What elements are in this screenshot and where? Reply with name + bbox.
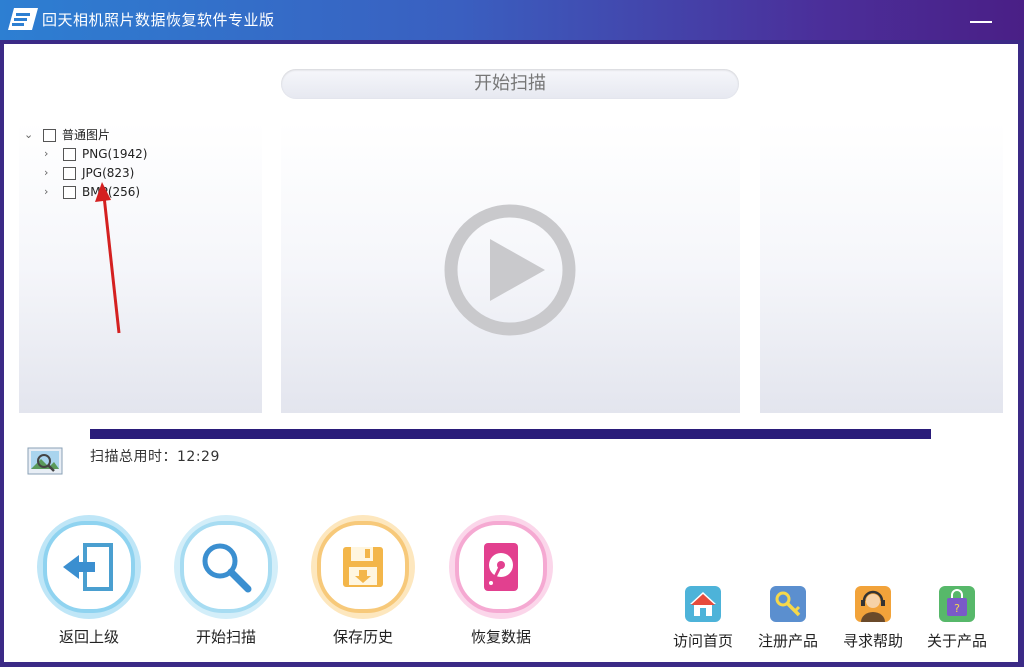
tree-item-label: JPG(823): [82, 166, 135, 180]
about-product-link[interactable]: ? 关于产品: [922, 584, 992, 654]
shopping-bag-icon: ?: [939, 586, 975, 622]
scan-header: 开始扫描: [281, 69, 739, 99]
minimize-icon: [970, 21, 992, 23]
home-icon: [685, 586, 721, 622]
chevron-right-icon[interactable]: ›: [44, 145, 54, 163]
start-scan-button[interactable]: 开始扫描: [174, 515, 282, 665]
recover-data-button[interactable]: 恢复数据: [449, 515, 557, 665]
details-panel: [760, 122, 1003, 413]
image-search-icon: [27, 447, 63, 475]
back-door-icon: [63, 543, 113, 591]
play-icon[interactable]: [443, 203, 577, 337]
seek-help-label: 寻求帮助: [842, 632, 903, 650]
about-product-label: 关于产品: [926, 632, 987, 650]
app-logo-icon: [8, 8, 38, 30]
minimize-button[interactable]: [968, 12, 994, 30]
tree-item-jpg[interactable]: › JPG(823): [44, 164, 224, 182]
title-bar: 回天相机照片数据恢复软件专业版: [0, 0, 1024, 40]
chevron-right-icon[interactable]: ›: [44, 164, 54, 182]
tree-item-checkbox[interactable]: [63, 167, 76, 180]
back-button-label: 返回上级: [58, 628, 119, 646]
seek-help-link[interactable]: 寻求帮助: [838, 584, 908, 654]
chevron-down-icon[interactable]: ⌄: [24, 126, 34, 144]
visit-homepage-link[interactable]: 访问首页: [668, 584, 738, 654]
save-history-button[interactable]: 保存历史: [311, 515, 419, 665]
tree-item-label: PNG(1942): [82, 147, 148, 161]
visit-homepage-label: 访问首页: [672, 632, 733, 650]
start-scan-button-label: 开始扫描: [195, 628, 256, 646]
tree-item-checkbox[interactable]: [63, 148, 76, 161]
tree-item-checkbox[interactable]: [63, 186, 76, 199]
tree-item-label: BMP(256): [82, 185, 141, 199]
window-title: 回天相机照片数据恢复软件专业版: [42, 11, 275, 29]
tree-root-checkbox[interactable]: [43, 129, 56, 142]
scan-elapsed-time: 扫描总用时：12:29: [90, 449, 220, 465]
register-product-label: 注册产品: [757, 632, 818, 650]
floppy-disk-icon: [343, 547, 383, 587]
scan-progress-bar: [90, 429, 931, 439]
tree-root-item[interactable]: ⌄ 普通图片: [24, 126, 224, 144]
tree-root-label: 普通图片: [62, 128, 111, 142]
recover-data-button-label: 恢复数据: [470, 628, 531, 646]
tree-item-bmp[interactable]: › BMP(256): [44, 183, 224, 201]
magnifier-icon: [202, 543, 252, 593]
key-icon: [770, 586, 806, 622]
tree-item-png[interactable]: › PNG(1942): [44, 145, 224, 163]
svg-text:?: ?: [954, 602, 960, 615]
back-button[interactable]: 返回上级: [37, 515, 145, 665]
hard-disk-icon: [484, 543, 518, 591]
chevron-right-icon[interactable]: ›: [44, 183, 54, 201]
support-agent-icon: [855, 586, 891, 622]
scan-progress-fill: [90, 429, 931, 439]
save-history-button-label: 保存历史: [332, 628, 393, 646]
register-product-link[interactable]: 注册产品: [753, 584, 823, 654]
